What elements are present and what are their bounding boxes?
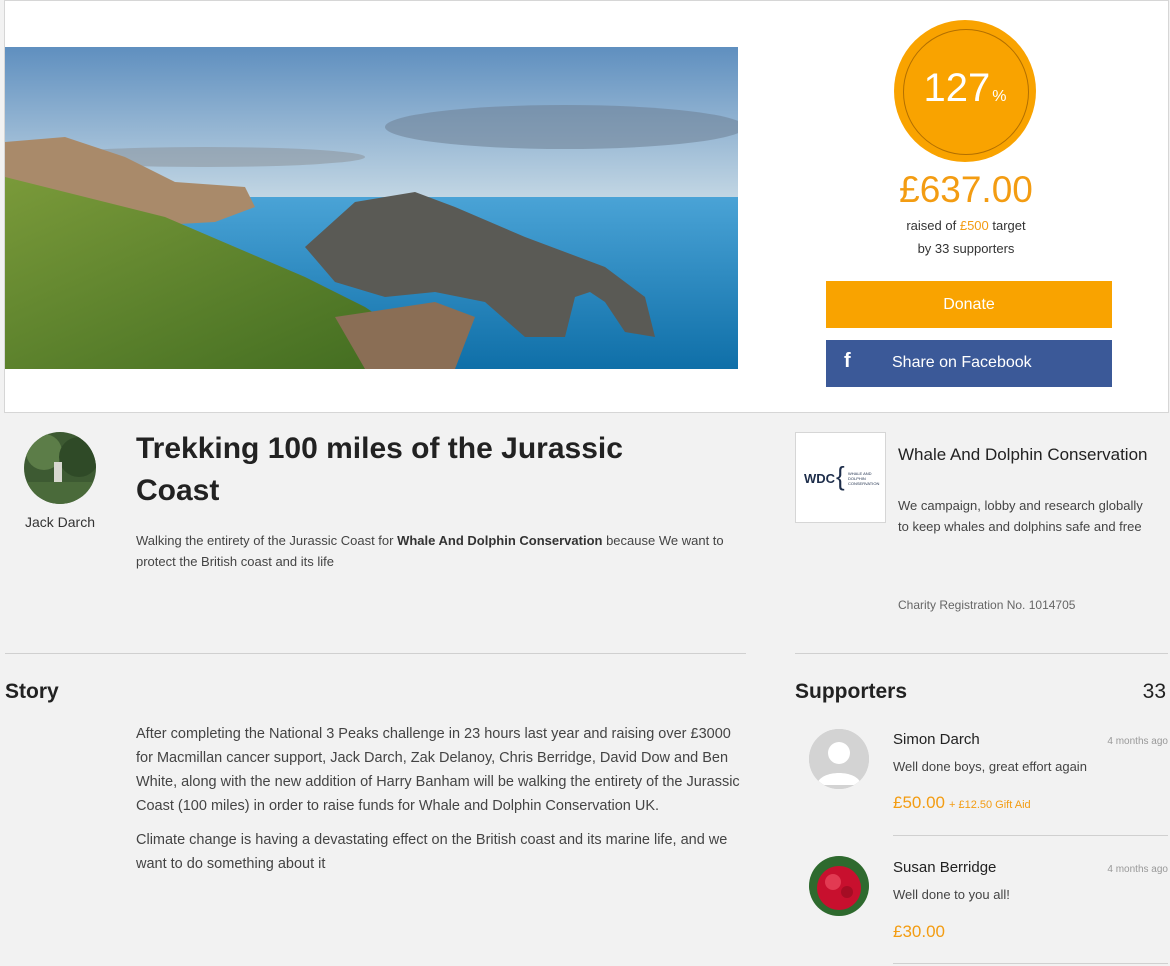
supporter-name: Simon Darch <box>893 731 980 748</box>
story-paragraph: After completing the National 3 Peaks ch… <box>136 726 740 814</box>
charity-name[interactable]: Whale And Dolphin Conservation <box>898 443 1148 466</box>
story-divider <box>5 653 746 654</box>
supporter-name: Susan Berridge <box>893 859 997 876</box>
story-body: After completing the National 3 Peaks ch… <box>136 722 746 886</box>
share-facebook-label: Share on Facebook <box>892 354 1032 371</box>
story-paragraph: Climate change is having a devastating e… <box>136 832 728 872</box>
supporters-count: 33 <box>1142 680 1166 703</box>
donate-button[interactable]: Donate <box>826 281 1112 328</box>
progress-percent: 127% <box>923 66 1007 110</box>
donation-panel: 127% £637.00 raised of £500 target by 33… <box>821 1 1112 411</box>
supporters-count-inline: 33 <box>934 241 950 256</box>
supporters-divider <box>795 653 1168 654</box>
charity-registration: Charity Registration No. 1014705 <box>898 598 1076 612</box>
supporter-avatar-photo <box>809 856 869 916</box>
page-description: Walking the entirety of the Jurassic Coa… <box>136 533 724 569</box>
supporter-time: 4 months ago <box>1107 864 1168 875</box>
supporter-amount: £50.00 + £12.50 Gift Aid <box>893 793 1031 812</box>
supporter-time: 4 months ago <box>1107 736 1168 747</box>
target-amount: £500 <box>959 218 989 233</box>
progress-ring: 127% <box>894 20 1036 162</box>
supporters-line: by 33 supporters <box>917 241 1015 256</box>
charity-logo[interactable]: WDC { WHALE AND DOLPHIN CONSERVATION <box>795 432 886 523</box>
owner-avatar[interactable] <box>24 432 96 504</box>
story-heading: Story <box>5 680 59 703</box>
supporter-divider <box>893 835 1168 836</box>
charity-description: We campaign, lobby and research globally… <box>898 498 1143 534</box>
page-title: Trekking 100 miles of the Jurassic Coast <box>136 432 623 507</box>
amount-raised: £637.00 <box>899 169 1033 210</box>
supporter-message: Well done to you all! <box>893 887 1010 902</box>
coast-landscape-illustration <box>5 47 738 369</box>
supporter-avatar-default <box>809 729 869 789</box>
facebook-icon: f <box>844 350 851 372</box>
description-charity-link[interactable]: Whale And Dolphin Conservation <box>397 533 602 548</box>
gift-aid-label: + £12.50 Gift Aid <box>949 799 1031 811</box>
supporter-amount: £30.00 <box>893 922 945 941</box>
hero-section: 127% £637.00 raised of £500 target by 33… <box>4 0 1169 413</box>
campaign-cover-image <box>5 47 738 369</box>
owner-name[interactable]: Jack Darch <box>14 514 106 530</box>
target-line: raised of £500 target <box>906 218 1026 233</box>
supporter-divider <box>893 963 1168 964</box>
supporter-message: Well done boys, great effort again <box>893 759 1087 774</box>
supporters-heading: Supporters <box>795 680 908 703</box>
share-facebook-button[interactable]: f Share on Facebook <box>826 340 1112 387</box>
user-placeholder-icon <box>809 729 869 789</box>
